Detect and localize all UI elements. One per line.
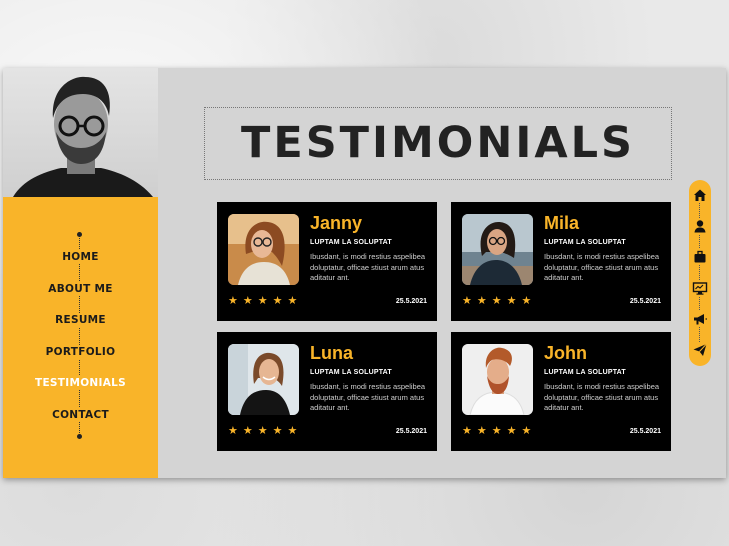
testimonial-photo (228, 344, 299, 415)
nav-item-contact[interactable]: CONTACT (3, 408, 158, 422)
testimonial-role: LUPTAM LA SOLUPTAT (544, 239, 626, 246)
testimonial-role: LUPTAM LA SOLUPTAT (544, 369, 626, 376)
nav-item-resume[interactable]: RESUME (3, 313, 158, 327)
nav-dot-bottom (77, 434, 82, 439)
testimonial-photo (462, 344, 533, 415)
testimonial-card: Luna LUPTAM LA SOLUPTAT Ibusdant, is mod… (217, 332, 437, 451)
star-rating: ★★★★★ (462, 424, 537, 437)
testimonial-photo (228, 214, 299, 285)
testimonial-photo (462, 214, 533, 285)
main-nav: HOME ABOUT ME RESUME PORTFOLIO TESTIMONI… (3, 231, 158, 441)
testimonial-text: Ibusdant, is modi restius aspelibea dolu… (544, 382, 660, 412)
send-icon[interactable] (692, 342, 708, 358)
testimonial-card: Janny LUPTAM LA SOLUPTAT Ibusdant, is mo… (217, 202, 437, 321)
profile-photo (3, 68, 158, 197)
star-rating: ★★★★★ (462, 294, 537, 307)
testimonial-name: John (544, 343, 587, 363)
nav-item-about-me[interactable]: ABOUT ME (3, 282, 158, 296)
title-frame: TESTIMONIALS (204, 107, 672, 180)
testimonial-date: 25.5.2021 (395, 298, 427, 305)
nav-divider-line (79, 235, 80, 435)
icon-navigation-bar (689, 180, 711, 366)
testimonial-name: Luna (310, 343, 353, 363)
testimonial-text: Ibusdant, is modi restius aspelibea dolu… (310, 252, 426, 282)
testimonial-card: Mila LUPTAM LA SOLUPTAT Ibusdant, is mod… (451, 202, 671, 321)
sidebar: HOME ABOUT ME RESUME PORTFOLIO TESTIMONI… (3, 68, 158, 478)
testimonial-role: LUPTAM LA SOLUPTAT (310, 369, 392, 376)
star-rating: ★★★★★ (228, 294, 303, 307)
testimonial-date: 25.5.2021 (629, 428, 661, 435)
star-rating: ★★★★★ (228, 424, 303, 437)
page-title: TESTIMONIALS (241, 118, 635, 168)
megaphone-icon[interactable] (692, 311, 708, 327)
testimonial-date: 25.5.2021 (395, 428, 427, 435)
testimonial-name: Mila (544, 213, 580, 233)
user-icon[interactable] (692, 218, 708, 234)
testimonial-name: Janny (310, 213, 363, 233)
portfolio-page: HOME ABOUT ME RESUME PORTFOLIO TESTIMONI… (3, 68, 726, 478)
testimonial-role: LUPTAM LA SOLUPTAT (310, 239, 392, 246)
home-icon[interactable] (692, 187, 708, 203)
testimonial-text: Ibusdant, is modi restius aspelibea dolu… (544, 252, 660, 282)
testimonial-text: Ibusdant, is modi restius aspelibea dolu… (310, 382, 426, 412)
monitor-icon[interactable] (692, 280, 708, 296)
nav-dot-top (77, 232, 82, 237)
testimonial-card: John LUPTAM LA SOLUPTAT Ibusdant, is mod… (451, 332, 671, 451)
nav-item-testimonials[interactable]: TESTIMONIALS (3, 376, 158, 390)
briefcase-icon[interactable] (692, 249, 708, 265)
nav-item-portfolio[interactable]: PORTFOLIO (3, 345, 158, 359)
testimonial-date: 25.5.2021 (629, 298, 661, 305)
nav-item-home[interactable]: HOME (3, 250, 158, 264)
